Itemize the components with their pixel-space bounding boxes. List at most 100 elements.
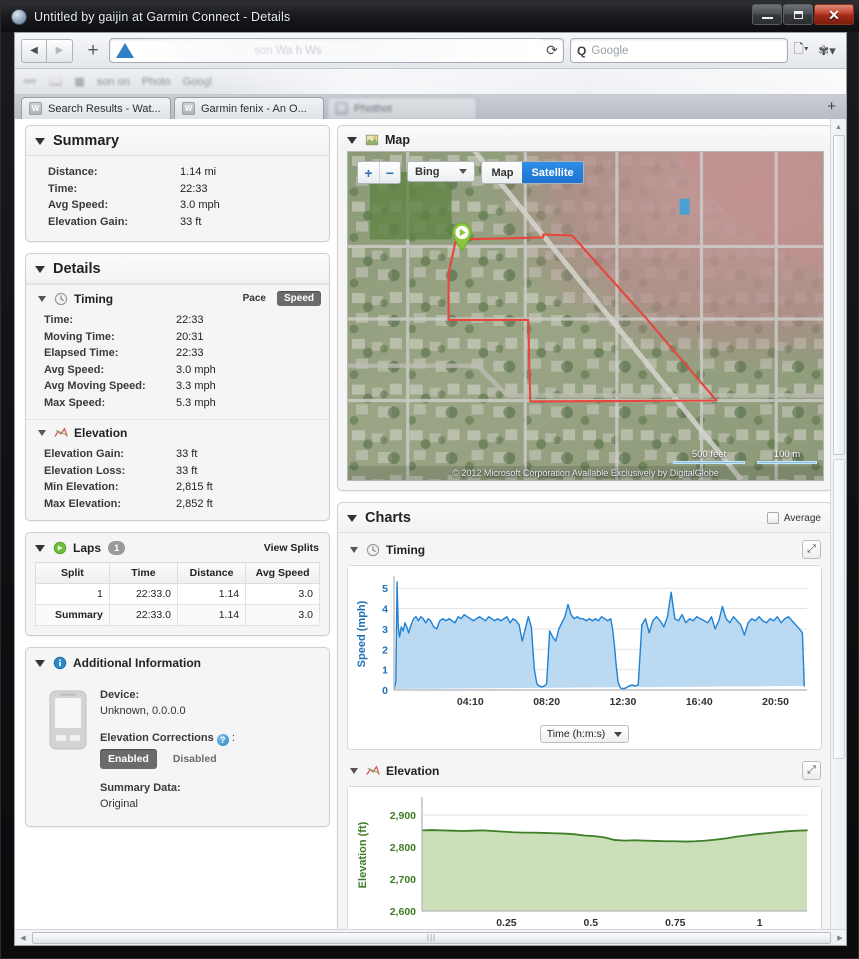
summary-body: Distance: 1.14 mi Time: 22:33 Avg Speed:…: [26, 156, 329, 241]
expand-icon[interactable]: ⤢: [802, 540, 821, 559]
search-input[interactable]: Q Google: [570, 38, 788, 63]
bookmark-item-2[interactable]: Photo: [142, 76, 171, 88]
collapse-caret-icon[interactable]: [347, 136, 357, 144]
scroll-up-arrow[interactable]: ▲: [831, 119, 846, 135]
summary-row-distance: Distance: 1.14 mi: [48, 166, 217, 178]
elevation-chart-section: Elevation ⤢ 2,600 2,700 2,800 2,900 0.25 0.5 0…: [338, 760, 831, 945]
charts-header[interactable]: Charts Average: [338, 503, 831, 533]
collapse-caret-icon[interactable]: [35, 137, 45, 145]
speed-toggle[interactable]: Speed: [276, 291, 321, 306]
expand-icon[interactable]: ⤢: [802, 761, 821, 780]
tab-phothot[interactable]: W Phothot: [327, 97, 477, 119]
gear-icon[interactable]: ✾▾: [814, 43, 840, 59]
pace-speed-toggle[interactable]: Pace Speed: [236, 291, 321, 306]
elevation-row-max: Max Elevation: 2,852 ft: [44, 497, 213, 510]
elevation-chart-title: Elevation: [386, 763, 440, 778]
view-splits-link[interactable]: View Splits: [264, 542, 319, 554]
timing-chart-title: Timing: [386, 542, 426, 557]
scrollbar-thumb-lower[interactable]: [833, 459, 845, 759]
laps-header[interactable]: Laps 1 View Splits: [26, 533, 329, 562]
elevation-subheader[interactable]: Elevation: [26, 419, 329, 445]
elevation-corrections-toggle[interactable]: Enabled Disabled: [100, 749, 235, 769]
average-checkbox-group[interactable]: Average: [766, 512, 821, 524]
details-header[interactable]: Details: [26, 254, 329, 284]
timing-chart-box: 0 1 2 3 4 5 04:10 08:20 12:30 16:40 20:50 Speed (mp…: [347, 565, 822, 750]
scrollbar-thumb-horizontal[interactable]: |||: [32, 931, 831, 944]
map-canvas[interactable]: + − Bing Map Satellite 500 feet 100 m © …: [347, 151, 824, 481]
apps-grid-icon[interactable]: ▦: [74, 75, 84, 88]
timing-axis-select[interactable]: Time (h:m:s): [539, 725, 630, 743]
vertical-scrollbar[interactable]: ▲: [830, 119, 846, 929]
collapse-caret-icon[interactable]: [350, 546, 358, 553]
elevation-chart-header[interactable]: Elevation ⤢: [338, 760, 831, 786]
elevation-row-min: Min Elevation: 2,815 ft: [44, 481, 213, 493]
summary-header[interactable]: Summary: [26, 126, 329, 156]
bookmark-item-1[interactable]: son on: [97, 76, 130, 88]
window-controls: ✕: [752, 4, 854, 25]
table-row[interactable]: 1 22:33.0 1.14 3.0: [35, 583, 320, 605]
speed-chart-svg[interactable]: 0 1 2 3 4 5 04:10 08:20 12:30 16:40 20:50 Speed (mp…: [352, 570, 815, 718]
address-bar-text: son Wa h Ws: [134, 39, 541, 62]
collapse-caret-icon[interactable]: [350, 767, 358, 774]
elevation-icon: [54, 427, 68, 437]
average-checkbox[interactable]: [766, 512, 779, 524]
map-header[interactable]: Map: [338, 126, 831, 151]
laps-title: Laps: [73, 541, 102, 555]
maximize-button[interactable]: [783, 4, 813, 25]
pace-toggle[interactable]: Pace: [236, 291, 273, 306]
bookmarks-icon[interactable]: 📖: [49, 75, 63, 88]
map-provider-select[interactable]: Bing: [407, 161, 476, 182]
collapse-caret-icon[interactable]: [347, 514, 357, 522]
map-mode-map[interactable]: Map: [482, 162, 523, 183]
map-wrapper: + − Bing Map Satellite 500 feet 100 m © …: [338, 151, 831, 490]
svg-text:2: 2: [382, 644, 388, 656]
timing-chart-header[interactable]: Timing ⤢: [338, 539, 831, 565]
tab-garmin-fenix[interactable]: W Garmin fenix - An O...: [174, 97, 324, 119]
svg-text:08:20: 08:20: [533, 696, 560, 708]
minimize-button[interactable]: [752, 4, 782, 25]
back-icon: ◀: [30, 45, 38, 56]
charts-panel: Charts Average Timing ⤢ 0 1 2 3 4 5 04:1…: [337, 502, 832, 945]
average-label: Average: [783, 512, 821, 524]
forward-button[interactable]: ▶: [47, 38, 73, 63]
elevation-row-gain: Elevation Gain: 33 ft: [44, 448, 198, 460]
back-button[interactable]: ◀: [21, 38, 47, 63]
scrollbar-thumb[interactable]: [833, 135, 845, 455]
add-tab-button[interactable]: +: [827, 98, 836, 115]
scroll-left-arrow[interactable]: ◀: [15, 934, 31, 942]
colon: :: [231, 732, 235, 744]
horizontal-scrollbar[interactable]: ◀ ||| ▶: [15, 929, 846, 945]
help-icon[interactable]: ?: [216, 734, 229, 746]
zoom-in-button[interactable]: +: [358, 162, 379, 183]
reload-icon[interactable]: ⟳: [541, 42, 563, 59]
timing-subheader[interactable]: Timing Pace Speed: [26, 284, 329, 311]
close-button[interactable]: ✕: [814, 4, 854, 25]
elevation-chart-svg[interactable]: 2,600 2,700 2,800 2,900 0.25 0.5 0.75 1 Elevatio…: [352, 791, 815, 939]
timing-axis-select-wrap: Time (h:m:s): [348, 725, 821, 749]
collapse-caret-icon[interactable]: [35, 544, 45, 552]
timing-row-max-speed: Max Speed: 5.3 mph: [44, 396, 216, 409]
svg-text:12:30: 12:30: [610, 696, 637, 708]
col-avg-speed: Avg Speed: [245, 562, 320, 584]
enabled-toggle[interactable]: Enabled: [100, 749, 157, 769]
zoom-out-button[interactable]: −: [379, 162, 400, 183]
collapse-caret-icon[interactable]: [35, 265, 45, 273]
tab-search-results[interactable]: W Search Results - Wat...: [21, 97, 171, 119]
new-tab-button[interactable]: +: [83, 40, 103, 62]
additional-information-header[interactable]: Additional Information: [26, 648, 329, 677]
collapse-caret-icon[interactable]: [35, 659, 45, 667]
address-bar[interactable]: son Wa h Ws ⟳: [109, 38, 564, 63]
forward-icon: ▶: [55, 45, 64, 56]
collapse-caret-icon[interactable]: [38, 295, 46, 302]
page-menu-button[interactable]: 🗋▾: [788, 40, 814, 62]
close-icon: ✕: [828, 6, 840, 23]
collapse-caret-icon[interactable]: [38, 430, 46, 436]
scroll-right-arrow[interactable]: ▶: [832, 934, 846, 942]
map-mode-satellite[interactable]: Satellite: [522, 162, 583, 183]
elevation-title: Elevation: [74, 426, 128, 440]
reader-icon[interactable]: 👓: [23, 75, 37, 88]
disabled-toggle[interactable]: Disabled: [165, 749, 225, 769]
map-provider-label: Bing: [415, 165, 440, 178]
summary-panel: Summary Distance: 1.14 mi Time: 22:33 Av…: [25, 125, 330, 242]
svg-text:0: 0: [382, 685, 388, 697]
